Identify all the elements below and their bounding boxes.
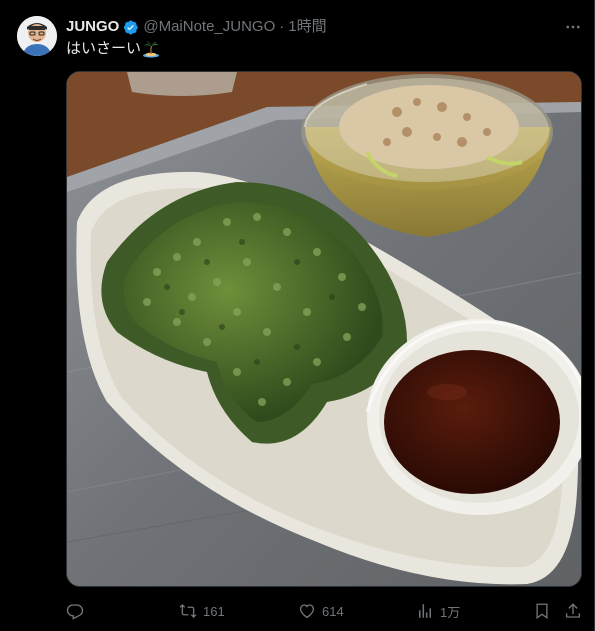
timestamp[interactable]: 1時間 — [288, 17, 326, 37]
like-button[interactable]: 614 — [298, 600, 344, 622]
retweet-count: 161 — [203, 603, 225, 619]
photo-umibudo-plate — [67, 72, 581, 586]
like-icon — [299, 604, 315, 619]
reply-button[interactable] — [66, 600, 90, 622]
bookmark-icon — [536, 603, 548, 620]
share-icon — [565, 603, 581, 618]
retweet-button[interactable]: 161 — [179, 600, 225, 622]
action-bar: 161 614 1万 — [66, 600, 582, 622]
avatar[interactable] — [17, 16, 57, 56]
share-button[interactable] — [564, 600, 582, 622]
tweet[interactable]: JUNGO @MaiNote_JUNGO · 1時間 はいさーい 161 614… — [0, 0, 595, 631]
views-button[interactable]: 1万 — [416, 600, 460, 622]
more-icon[interactable] — [563, 17, 583, 37]
desert-island-emoji — [143, 41, 160, 58]
tweet-header: JUNGO @MaiNote_JUNGO · 1時間 — [66, 17, 327, 37]
tweet-text: はいさーい — [66, 38, 160, 60]
verified-badge-icon[interactable] — [122, 19, 139, 36]
views-icon — [419, 604, 431, 618]
sauce-dish — [365, 319, 581, 515]
bookmark-button[interactable] — [533, 600, 551, 622]
avatar-image — [17, 16, 57, 56]
tweet-photo[interactable] — [66, 71, 582, 587]
reply-icon — [66, 604, 84, 620]
header-separator: · — [279, 18, 285, 35]
tweet-body: はいさーい — [66, 40, 142, 57]
retweet-icon — [179, 604, 197, 618]
user-handle[interactable]: @MaiNote_JUNGO — [143, 17, 275, 37]
display-name[interactable]: JUNGO — [66, 17, 119, 37]
like-count: 614 — [322, 603, 344, 619]
views-count: 1万 — [440, 604, 461, 620]
